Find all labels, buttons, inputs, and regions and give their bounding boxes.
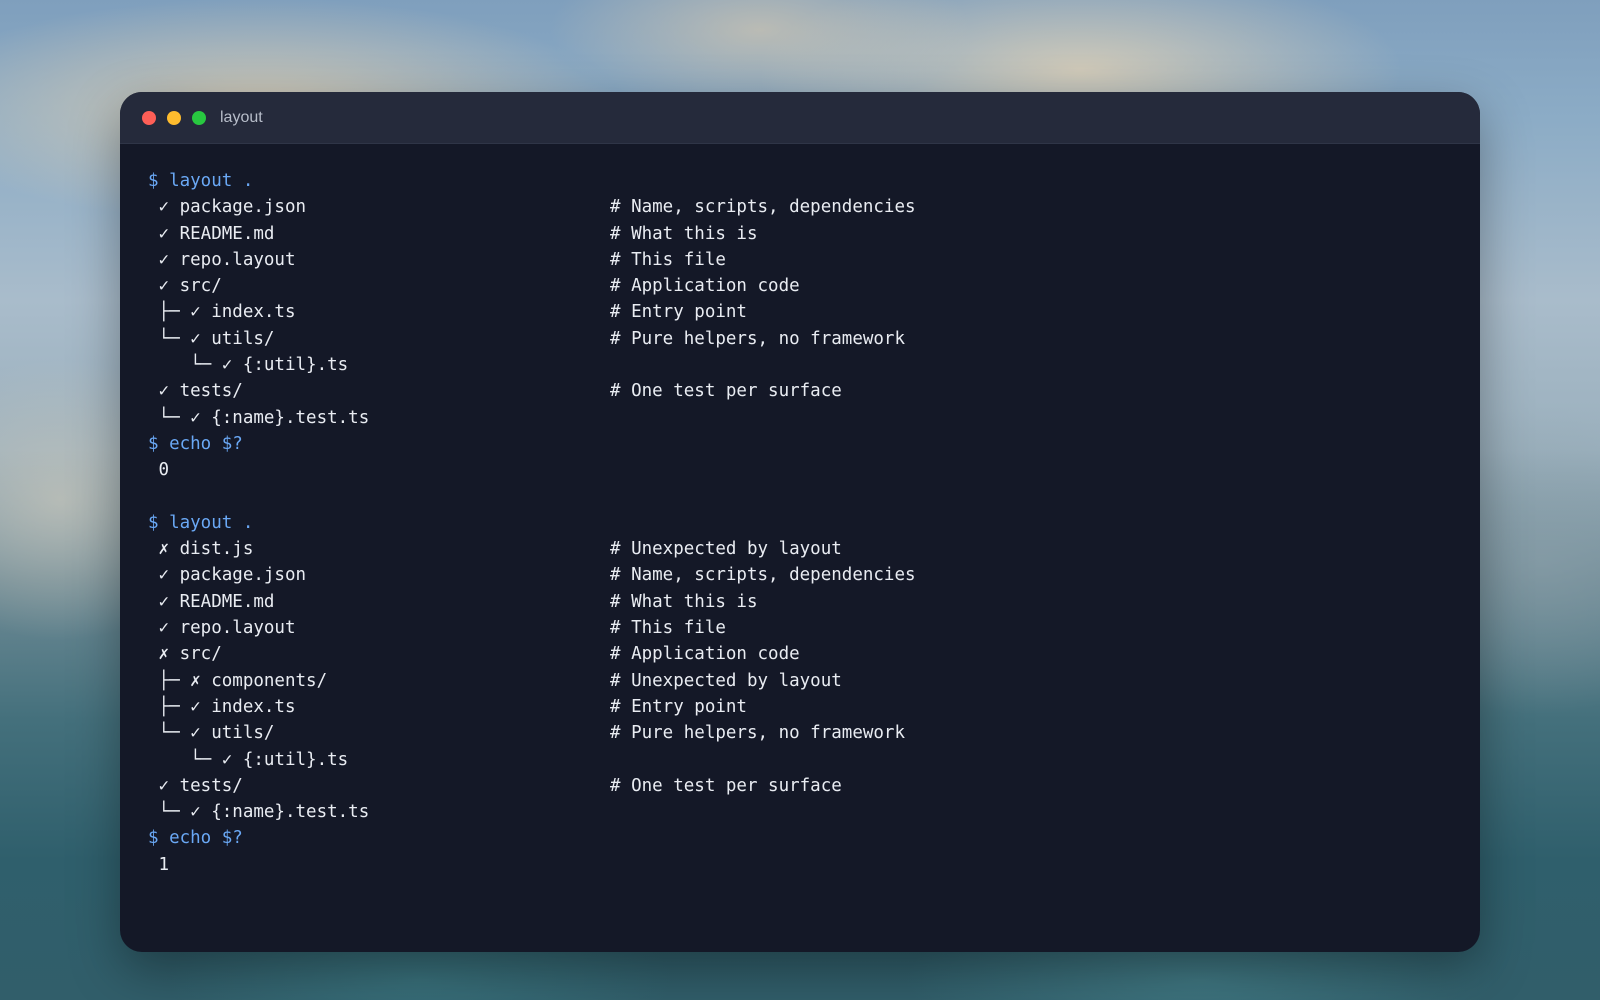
tree-entry: └─ ✓ utils/ # Pure helpers, no framework — [148, 326, 1480, 352]
tree-entry: ├─ ✗ components/ # Unexpected by layout — [148, 668, 1480, 694]
entry-path: └─ ✓ utils/ — [148, 328, 275, 349]
window-title: layout — [220, 108, 263, 126]
tree-entry: ✓ README.md # What this is — [148, 589, 1480, 615]
entry-comment: # Name, scripts, dependencies — [610, 565, 916, 586]
tree-entry: ├─ ✓ index.ts # Entry point — [148, 299, 1480, 325]
entry-path: ✓ package.json — [148, 565, 307, 586]
entry-path: ✓ repo.layout — [148, 249, 296, 270]
entry-comment: # Pure helpers, no framework — [610, 328, 906, 349]
command-text: $ layout . — [148, 512, 254, 533]
entry-comment: # This file — [610, 618, 726, 639]
exit-code: 0 — [148, 460, 170, 481]
tree-entry: └─ ✓ {:name}.test.ts — [148, 799, 1480, 825]
entry-comment: # Application code — [610, 276, 800, 297]
entry-path: ✗ dist.js — [148, 539, 254, 560]
entry-path: ✓ tests/ — [148, 381, 243, 402]
minimize-button[interactable] — [167, 110, 181, 125]
entry-path: ✓ README.md — [148, 223, 275, 244]
entry-comment: # What this is — [610, 223, 758, 244]
entry-comment: # One test per surface — [610, 775, 842, 796]
command-text: $ echo $? — [148, 433, 243, 454]
tree-entry: ✗ src/ # Application code — [148, 641, 1480, 667]
command-output: 1 — [148, 852, 1480, 878]
entry-comment: # Unexpected by layout — [610, 670, 842, 691]
entry-path: └─ ✓ {:util}.ts — [148, 355, 349, 376]
tree-entry: └─ ✓ {:util}.ts — [148, 352, 1480, 378]
entry-comment: # One test per surface — [610, 381, 842, 402]
tree-entry: ✓ package.json # Name, scripts, dependenc… — [148, 194, 1480, 220]
entry-path: ✓ src/ — [148, 276, 222, 297]
entry-comment: # What this is — [610, 591, 758, 612]
tree-entry: ✓ repo.layout # This file — [148, 247, 1480, 273]
entry-path: ✓ package.json — [148, 197, 307, 218]
tree-entry: ✓ package.json # Name, scripts, dependenc… — [148, 562, 1480, 588]
entry-path: ✓ README.md — [148, 591, 275, 612]
entry-comment: # Entry point — [610, 302, 747, 323]
entry-path: └─ ✓ {:name}.test.ts — [148, 802, 370, 823]
tree-entry: ✓ README.md # What this is — [148, 221, 1480, 247]
command-line: $ layout . — [148, 510, 1480, 536]
tree-entry: ✓ src/ # Application code — [148, 273, 1480, 299]
entry-path: └─ ✓ {:name}.test.ts — [148, 407, 370, 428]
entry-comment: # Unexpected by layout — [610, 539, 842, 560]
title-bar: layout — [120, 92, 1480, 144]
entry-path: └─ ✓ {:util}.ts — [148, 749, 349, 770]
command-line: $ echo $? — [148, 825, 1480, 851]
entry-comment: # Pure helpers, no framework — [610, 723, 906, 744]
entry-path: └─ ✓ utils/ — [148, 723, 275, 744]
entry-path: ✓ tests/ — [148, 775, 243, 796]
entry-path: ├─ ✓ index.ts — [148, 696, 296, 717]
tree-entry: ✗ dist.js # Unexpected by layout — [148, 536, 1480, 562]
entry-path: ├─ ✗ components/ — [148, 670, 328, 691]
command-line: $ layout . — [148, 168, 1480, 194]
entry-path: ✗ src/ — [148, 644, 222, 665]
tree-entry: ✓ tests/ # One test per surface — [148, 773, 1480, 799]
terminal-window: layout $ layout . ✓ package.json # Name, … — [120, 92, 1480, 952]
entry-comment: # Application code — [610, 644, 800, 665]
command-text: $ layout . — [148, 171, 254, 191]
entry-comment: # This file — [610, 249, 726, 270]
tree-entry: ├─ ✓ index.ts # Entry point — [148, 694, 1480, 720]
entry-comment: # Name, scripts, dependencies — [610, 197, 916, 218]
command-text: $ echo $? — [148, 828, 243, 849]
tree-entry: └─ ✓ utils/ # Pure helpers, no framework — [148, 720, 1480, 746]
tree-entry: ✓ repo.layout # This file — [148, 615, 1480, 641]
command-line: $ echo $? — [148, 431, 1480, 457]
maximize-button[interactable] — [192, 110, 206, 125]
entry-comment: # Entry point — [610, 696, 747, 717]
command-output: 0 — [148, 457, 1480, 483]
exit-code: 1 — [148, 854, 170, 875]
tree-entry: └─ ✓ {:util}.ts — [148, 747, 1480, 773]
tree-entry: ✓ tests/ # One test per surface — [148, 378, 1480, 404]
entry-path: ✓ repo.layout — [148, 618, 296, 639]
tree-entry: └─ ✓ {:name}.test.ts — [148, 405, 1480, 431]
close-button[interactable] — [142, 110, 156, 125]
entry-path: ├─ ✓ index.ts — [148, 302, 296, 323]
terminal-output[interactable]: $ layout . ✓ package.json # Name, scripts… — [120, 144, 1480, 878]
